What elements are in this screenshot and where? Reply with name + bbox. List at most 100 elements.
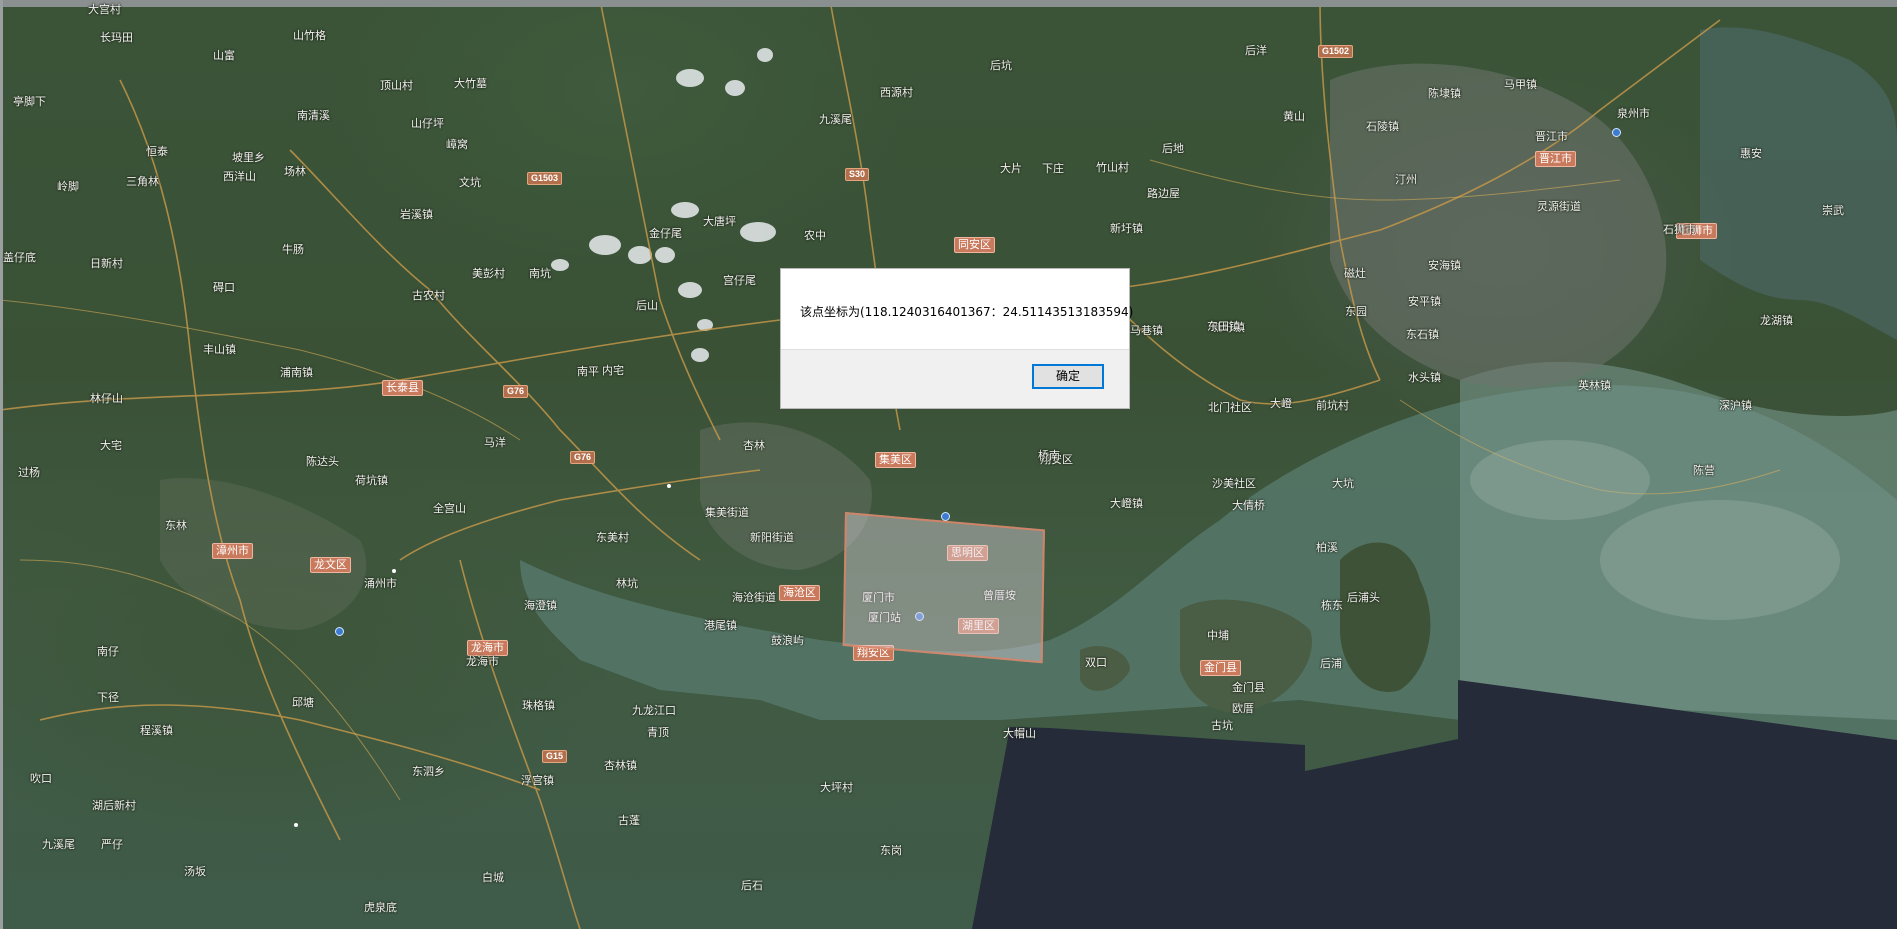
place-label: 陈达头 <box>306 456 339 468</box>
place-label: 牛肠 <box>282 244 304 256</box>
place-label: 农中 <box>804 230 826 242</box>
place-label: 西源村 <box>880 87 913 99</box>
place-label: 下径 <box>97 692 119 704</box>
place-label: 大帽山 <box>1003 728 1036 740</box>
place-label: 青顶 <box>647 727 669 739</box>
place-label: 新圩镇 <box>1110 223 1143 235</box>
map-terrain <box>0 0 1897 929</box>
road-shield: G76 <box>570 451 596 464</box>
place-label: 安海镇 <box>1428 260 1461 272</box>
place-label: 顶山村 <box>380 80 413 92</box>
place-label: 东园 <box>1345 306 1367 318</box>
place-label: 后坑 <box>990 60 1012 72</box>
city-dot <box>667 484 671 488</box>
place-label: 大坪村 <box>820 782 853 794</box>
place-label: 金门县 <box>1232 682 1265 694</box>
place-label: 程溪镇 <box>140 725 173 737</box>
place-label: 陈营 <box>1693 465 1715 477</box>
place-label: 浮宫镇 <box>521 775 554 787</box>
place-label: 陈埭镇 <box>1428 88 1461 100</box>
place-label: 林坑 <box>616 578 638 590</box>
place-label: 东泗乡 <box>412 766 445 778</box>
window-top-border <box>0 0 1897 7</box>
place-label: 下庄 <box>1042 163 1064 175</box>
place-label: 虎泉底 <box>364 902 397 914</box>
place-label: 后浦头 <box>1347 592 1380 604</box>
place-label: 柏溪 <box>1316 542 1338 554</box>
place-label: 大坑 <box>1332 478 1354 490</box>
place-label: 马甲镇 <box>1504 79 1537 91</box>
place-label: 九溪尾 <box>42 839 75 851</box>
place-label: 后石 <box>741 880 763 892</box>
place-label: 双口 <box>1085 657 1107 669</box>
place-label: 石陵镇 <box>1366 121 1399 133</box>
place-label: 大宫村 <box>88 4 121 16</box>
place-label: 沙美社区 <box>1212 478 1256 490</box>
place-label: 惠安 <box>1740 148 1762 160</box>
place-label: 大宅 <box>100 440 122 452</box>
place-label: 湖后新村 <box>92 800 136 812</box>
place-label: 山富 <box>213 50 235 62</box>
place-label: 海沧街道 <box>732 592 776 604</box>
place-label: 古农村 <box>412 290 445 302</box>
city-dot <box>294 823 298 827</box>
place-label: 南仔 <box>97 646 119 658</box>
coordinate-alert-dialog: 该点坐标为(118.1240316401367：24.5114351318359… <box>780 268 1133 409</box>
place-label: 邱塘 <box>292 697 314 709</box>
place-label: 美彭村 <box>472 268 505 280</box>
place-label: 中埔 <box>1207 630 1229 642</box>
place-label: 路边屋 <box>1147 188 1180 200</box>
place-label: 场林 <box>284 166 306 178</box>
place-label: 晋江市 <box>1535 131 1568 143</box>
place-label: 汀州 <box>1395 174 1417 186</box>
road-shield: G1503 <box>527 172 563 185</box>
place-label: 三角林 <box>126 176 159 188</box>
place-label: 大嶝镇 <box>1110 498 1143 510</box>
ok-button[interactable]: 确定 <box>1032 364 1104 389</box>
place-label: 崇武 <box>1822 205 1844 217</box>
place-label: 龙海市 <box>466 656 499 668</box>
place-label: 亭脚下 <box>13 96 46 108</box>
place-label: 水头镇 <box>1408 372 1441 384</box>
place-label: 嶂窝 <box>446 139 468 151</box>
place-label: 全宫山 <box>433 503 466 515</box>
place-label: 九溪尾 <box>819 114 852 126</box>
place-label: 杏林镇 <box>604 760 637 772</box>
place-label: 东石镇 <box>1406 329 1439 341</box>
place-label: 坡里乡 <box>232 152 265 164</box>
place-label: 汤坂 <box>184 866 206 878</box>
place-label: 文坑 <box>459 177 481 189</box>
place-label: 北门社区 <box>1208 402 1252 414</box>
place-label: 安平镇 <box>1408 296 1441 308</box>
district-label: 龙文区 <box>310 557 351 573</box>
place-label: 桥南 <box>1038 450 1060 462</box>
place-label: 泉州市 <box>1617 108 1650 120</box>
satellite-map[interactable]: G1503 G76 G76 S30 G15 G1502 长泰县 漳州市 龙文区 … <box>0 0 1897 929</box>
place-label: 丰山镇 <box>203 344 236 356</box>
place-label: 珠格镇 <box>522 700 555 712</box>
place-label: 大片 <box>1000 163 1022 175</box>
district-label: 晋江市 <box>1535 151 1576 167</box>
place-label: 南坑 <box>529 268 551 280</box>
place-label: 岩溪镇 <box>400 209 433 221</box>
place-label: 后地 <box>1162 143 1184 155</box>
place-label: 大嶝 <box>1270 398 1292 410</box>
place-label: 黄山 <box>1283 111 1305 123</box>
road-shield: G1502 <box>1318 45 1354 58</box>
place-label: 英林镇 <box>1578 380 1611 392</box>
place-label: 西洋山 <box>223 171 256 183</box>
place-label: 大倩桥 <box>1232 500 1265 512</box>
place-label: 长玛田 <box>100 32 133 44</box>
road-shield: G15 <box>542 750 568 763</box>
place-label: 南平 <box>577 366 599 378</box>
place-label: 荷坑镇 <box>355 475 388 487</box>
place-label: 恒泰 <box>146 146 168 158</box>
district-label: 长泰县 <box>382 380 423 396</box>
place-label: 宫仔尾 <box>723 275 756 287</box>
place-label: 栋东 <box>1321 600 1343 612</box>
place-label: 杏林 <box>743 440 765 452</box>
place-label: 磁灶 <box>1344 268 1366 280</box>
place-label: 东岗 <box>880 845 902 857</box>
place-label: 盖仔底 <box>3 252 36 264</box>
place-label: 马洋 <box>484 437 506 449</box>
